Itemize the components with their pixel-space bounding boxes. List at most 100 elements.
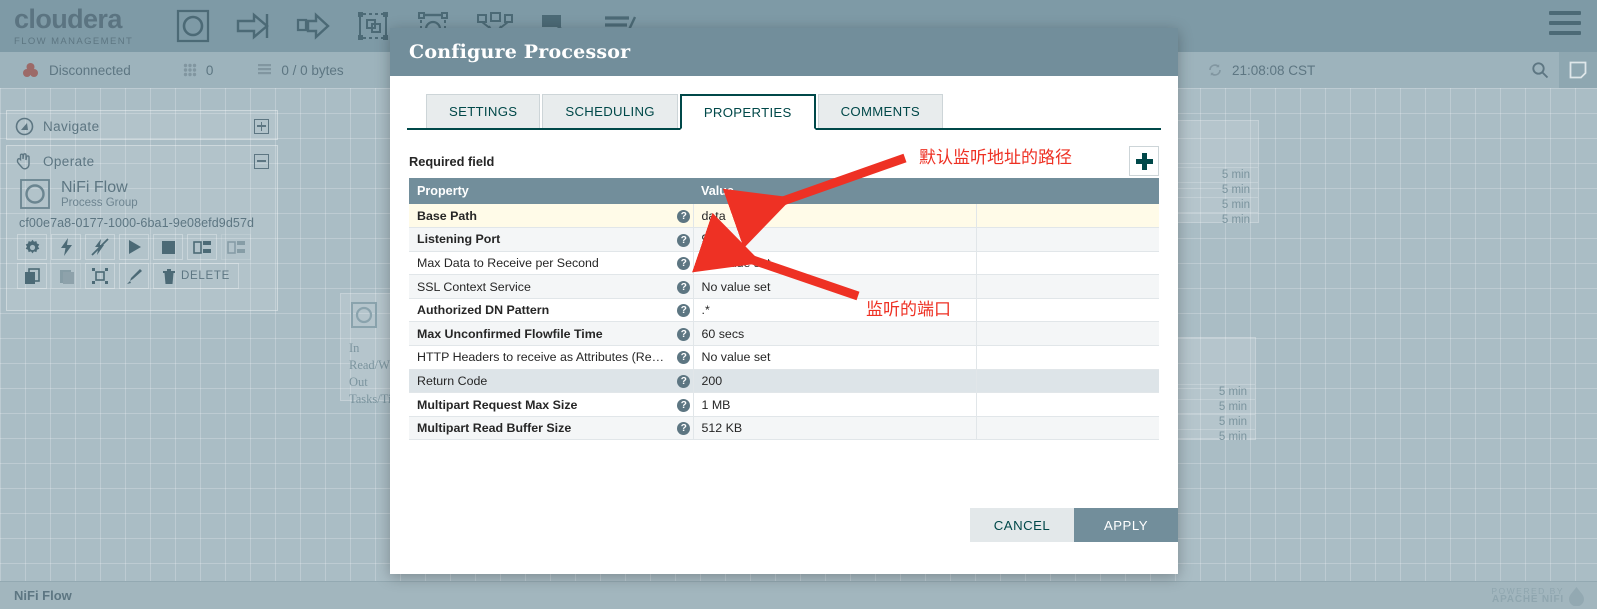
transmit-icon xyxy=(192,240,211,254)
help-cell[interactable]: ? xyxy=(667,392,694,417)
help-cell[interactable]: ? xyxy=(667,251,694,276)
help-icon[interactable]: ? xyxy=(677,351,691,365)
tab-settings[interactable]: SETTINGS xyxy=(426,94,541,128)
input-port-icon[interactable] xyxy=(236,11,270,41)
delete-label: DELETE xyxy=(181,270,230,282)
paste-icon xyxy=(59,269,74,284)
property-name: SSL Context Service xyxy=(409,274,667,299)
copy-icon xyxy=(24,267,40,284)
refresh-timestamp: 21:08:08 CST xyxy=(1207,63,1315,78)
help-cell[interactable]: ? xyxy=(667,204,694,229)
tab-properties[interactable]: PROPERTIES xyxy=(679,94,816,130)
table-row[interactable]: SSL Context Service? No value set xyxy=(409,274,1159,299)
processor-icon[interactable] xyxy=(176,9,210,43)
property-value[interactable]: 60 secs xyxy=(692,321,977,347)
color-button[interactable] xyxy=(119,263,149,289)
table-row[interactable]: Return Code? 200 xyxy=(409,369,1159,394)
cancel-button[interactable]: CANCEL xyxy=(970,508,1074,542)
property-value[interactable]: data xyxy=(692,204,977,229)
property-name: Authorized DN Pattern xyxy=(409,298,667,323)
help-cell[interactable]: ? xyxy=(667,298,694,323)
annotation-text-listening-port: 监听的端口 xyxy=(866,300,951,320)
property-value[interactable]: No value set xyxy=(692,251,977,276)
queue-icon xyxy=(258,64,272,75)
group-button[interactable] xyxy=(85,263,115,289)
disable-transmission-button[interactable] xyxy=(221,234,251,260)
operate-hand-icon xyxy=(16,152,30,169)
help-icon[interactable]: ? xyxy=(677,257,691,271)
property-name: Max Data to Receive per Second xyxy=(409,251,667,276)
help-icon[interactable]: ? xyxy=(677,398,691,412)
property-value[interactable]: 1 MB xyxy=(692,392,977,417)
start-button[interactable] xyxy=(119,234,149,260)
help-cell[interactable]: ? xyxy=(667,345,694,370)
help-icon[interactable]: ? xyxy=(677,280,691,294)
tab-comments[interactable]: COMMENTS xyxy=(817,94,943,128)
navigate-panel-header[interactable]: Navigate xyxy=(7,111,277,141)
operate-actions-row-1 xyxy=(7,234,277,260)
enable-transmission-button[interactable] xyxy=(187,234,217,260)
global-menu-button[interactable] xyxy=(1549,11,1581,37)
property-name: Return Code xyxy=(409,369,667,394)
disable-button[interactable] xyxy=(85,234,115,260)
table-row[interactable]: Max Unconfirmed Flowfile Time? 60 secs xyxy=(409,321,1159,347)
apply-button[interactable]: APPLY xyxy=(1074,508,1178,542)
help-cell[interactable]: ? xyxy=(667,274,694,299)
notes-button[interactable] xyxy=(1559,52,1597,88)
search-button[interactable] xyxy=(1521,52,1559,88)
tab-scheduling[interactable]: SCHEDULING xyxy=(542,94,678,128)
property-extra xyxy=(975,416,1159,441)
process-group-icon xyxy=(20,179,50,209)
help-cell[interactable]: ? xyxy=(667,369,694,394)
plus-icon xyxy=(1135,152,1153,170)
enable-button[interactable] xyxy=(51,234,81,260)
property-value[interactable]: No value set xyxy=(692,345,977,370)
stop-icon xyxy=(161,240,175,254)
status-actions xyxy=(1521,52,1597,88)
delete-button[interactable]: DELETE xyxy=(153,263,239,289)
table-row[interactable]: Max Data to Receive per Second? No value … xyxy=(409,251,1159,276)
help-icon[interactable]: ? xyxy=(677,209,691,223)
table-row[interactable]: Authorized DN Pattern? .* xyxy=(409,298,1159,323)
table-row[interactable]: Multipart Request Max Size? 1 MB xyxy=(409,392,1159,417)
stop-button[interactable] xyxy=(153,234,183,260)
help-icon[interactable]: ? xyxy=(677,327,691,341)
copy-button[interactable] xyxy=(17,263,47,289)
configure-processor-dialog: Configure Processor SETTINGS SCHEDULING … xyxy=(390,28,1178,574)
help-icon[interactable]: ? xyxy=(677,422,691,436)
add-property-button[interactable] xyxy=(1129,146,1159,176)
table-row[interactable]: Base Path? data xyxy=(409,204,1159,229)
cloudera-logo[interactable]: cloudera FLOW MANAGEMENT xyxy=(0,5,150,47)
property-name: HTTP Headers to receive as Attributes (R… xyxy=(409,345,667,370)
table-row[interactable]: HTTP Headers to receive as Attributes (R… xyxy=(409,345,1159,370)
breadcrumb[interactable]: NiFi Flow xyxy=(14,588,72,603)
trash-icon xyxy=(163,268,175,284)
help-icon[interactable]: ? xyxy=(677,233,691,247)
help-cell[interactable]: ? xyxy=(667,227,694,252)
property-value[interactable]: 200 xyxy=(692,369,977,394)
configure-button[interactable] xyxy=(17,234,47,260)
table-row[interactable]: Listening Port? 9999 xyxy=(409,227,1159,252)
property-value[interactable]: 9999 xyxy=(692,227,977,252)
operate-panel-header[interactable]: Operate xyxy=(7,146,277,176)
bolt-icon xyxy=(60,238,72,256)
help-cell[interactable]: ? xyxy=(667,416,694,441)
operate-panel: Operate NiFi Flow Process Group cf00e7a8… xyxy=(6,145,278,311)
queued-data: 0 / 0 bytes xyxy=(258,63,344,78)
operate-collapse-toggle[interactable] xyxy=(254,153,269,169)
property-name: Multipart Request Max Size xyxy=(409,392,667,417)
navigate-expand-toggle[interactable] xyxy=(254,118,269,134)
property-extra xyxy=(975,345,1159,370)
paste-button[interactable] xyxy=(51,263,81,289)
help-icon[interactable]: ? xyxy=(677,375,691,389)
property-value[interactable]: 512 KB xyxy=(692,416,977,441)
table-row[interactable]: Multipart Read Buffer Size? 512 KB xyxy=(409,416,1159,441)
help-icon[interactable]: ? xyxy=(677,304,691,318)
powered-by-apache-nifi: POWERED BY APACHE NIFI xyxy=(1491,586,1585,606)
property-name: Base Path xyxy=(409,204,667,229)
required-field-label: Required field xyxy=(409,153,495,169)
process-group-icon[interactable] xyxy=(356,10,390,42)
refresh-icon xyxy=(1209,64,1221,76)
output-port-icon[interactable] xyxy=(296,11,330,41)
help-cell[interactable]: ? xyxy=(667,321,694,347)
